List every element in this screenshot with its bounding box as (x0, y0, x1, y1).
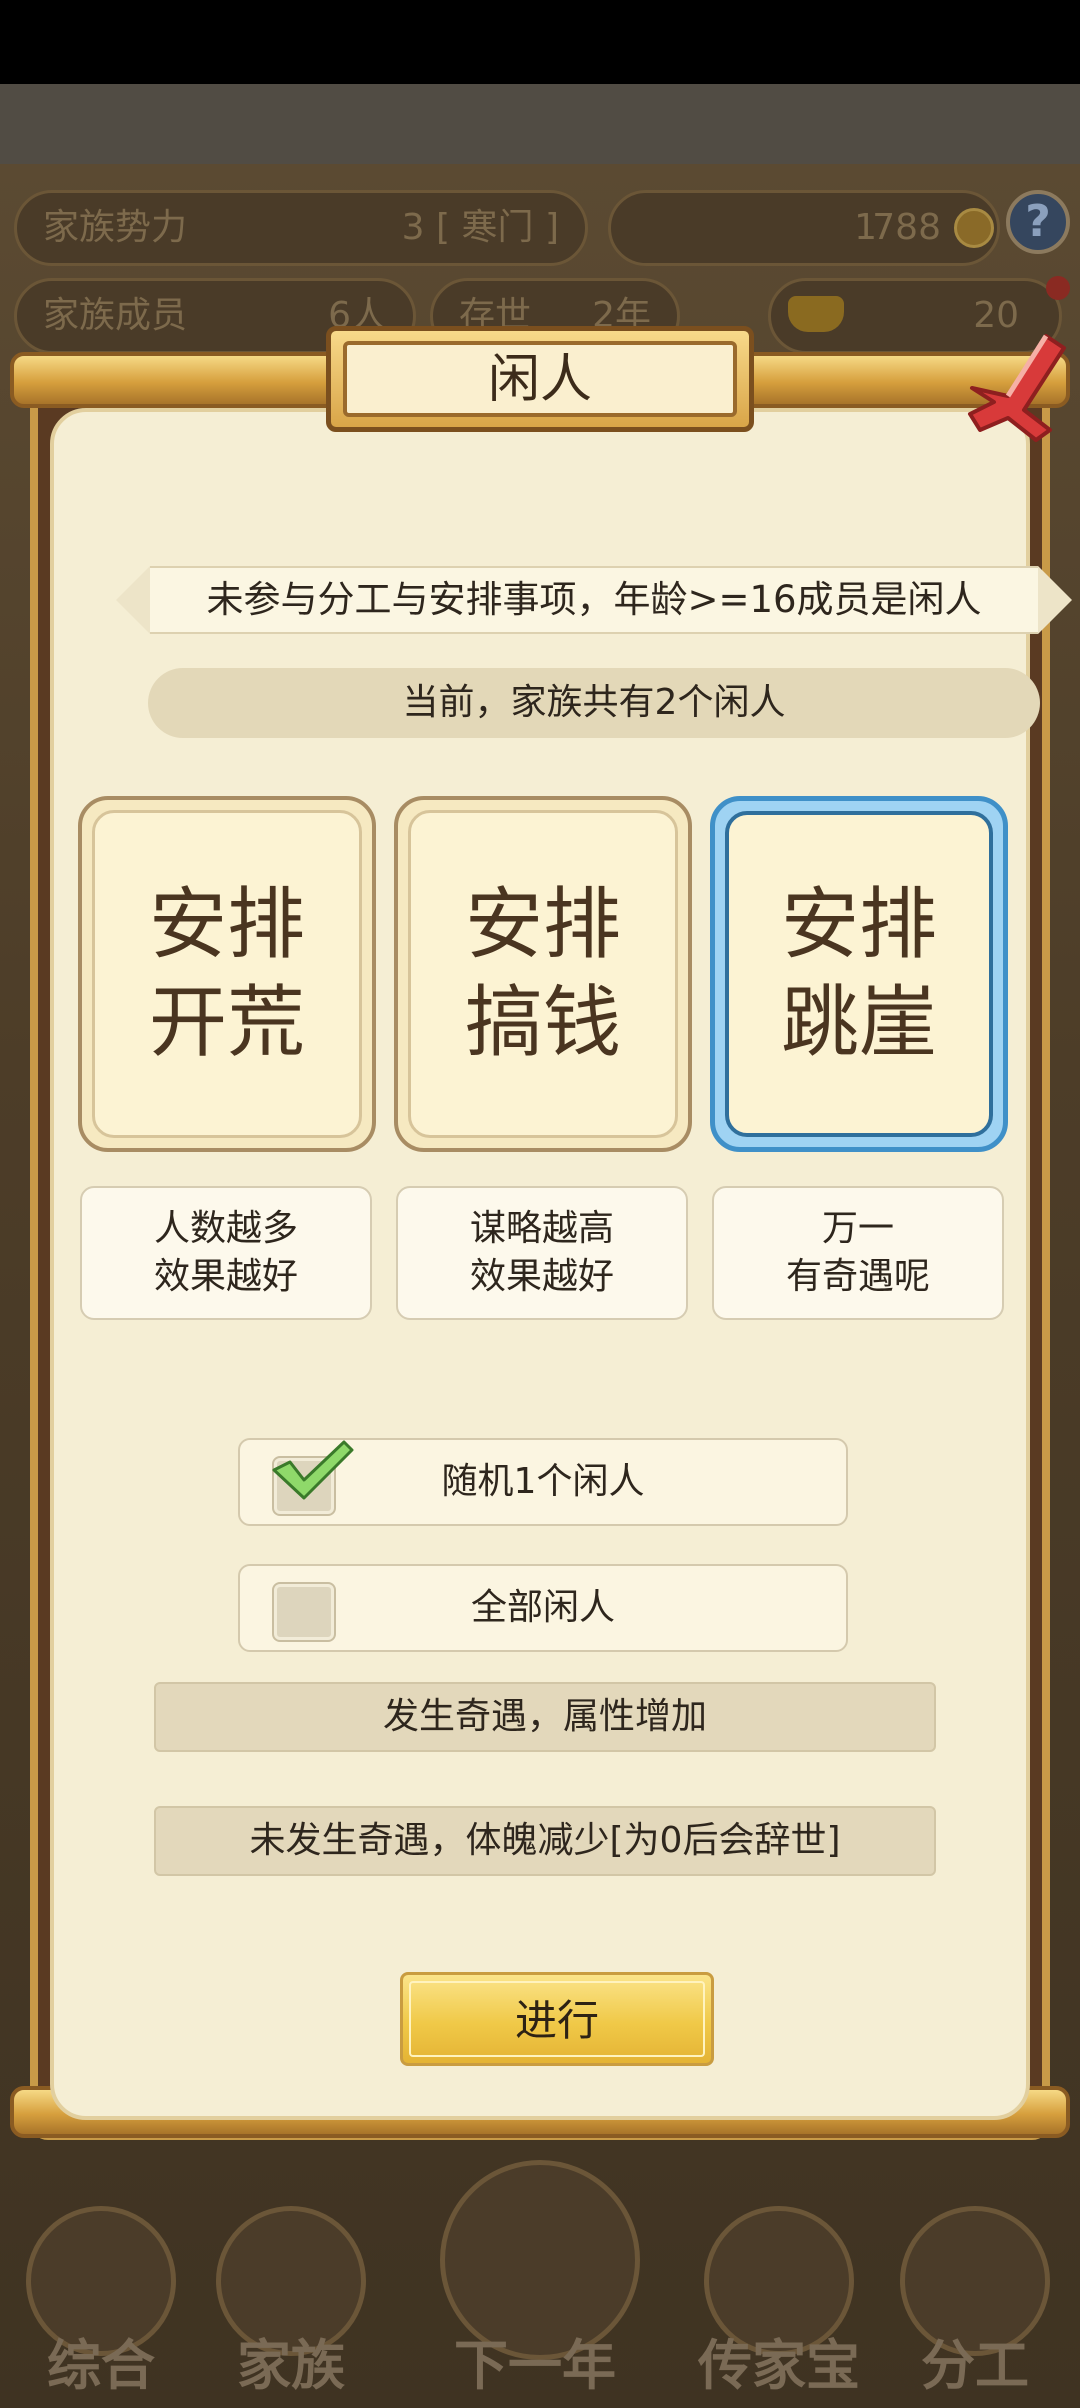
nav-heirloom-label: 传家宝 (698, 2334, 860, 2397)
nav-next-year[interactable]: 下一年 (440, 2150, 640, 2408)
nav-heirloom[interactable]: 传家宝 (684, 2150, 874, 2408)
option-cliff-line2: 跳崖 (780, 978, 937, 1068)
option-farm-line2: 开荒 (148, 978, 305, 1068)
option-farm-card[interactable]: 安排 开荒 (78, 796, 376, 1152)
idle-people-dialog: 未参与分工与安排事项，年龄>=16成员是闲人 当前，家族共有2个闲人 安排 开荒… (0, 318, 1080, 2158)
dialog-title: 闲人 (343, 341, 737, 417)
result-encounter: 发生奇遇，属性增加 (154, 1682, 936, 1752)
nav-overview-label: 综合 (47, 2334, 155, 2397)
proceed-button-label: 进行 (409, 1981, 705, 2057)
banner-right-ornament (1038, 566, 1072, 634)
option-money-card[interactable]: 安排 搞钱 (394, 796, 692, 1152)
option-money-desc: 谋略越高 效果越好 (396, 1186, 688, 1320)
banner-left-ornament (116, 566, 150, 634)
choice-all[interactable]: 全部闲人 (238, 1564, 848, 1652)
option-cliff-desc: 万一 有奇遇呢 (712, 1186, 1004, 1320)
nav-overview[interactable]: 综合 (6, 2150, 196, 2408)
nav-next-year-label: 下一年 (454, 2334, 616, 2397)
family-power-pill: 家族势力 3 [ 寒门 ] (14, 190, 588, 266)
option-cliff-card[interactable]: 安排 跳崖 (710, 796, 1008, 1152)
bottom-nav: 综合 家族 下一年 传家宝 分工 (0, 2150, 1080, 2408)
help-icon[interactable]: ? (1006, 190, 1070, 254)
option-money-line2: 搞钱 (464, 978, 621, 1068)
nav-division[interactable]: 分工 (880, 2150, 1070, 2408)
option-farm-line1: 安排 (148, 880, 305, 970)
proceed-button[interactable]: 进行 (400, 1972, 714, 2066)
option-farm-desc1: 人数越多 (153, 1208, 298, 1249)
option-cliff-desc1: 万一 (821, 1208, 894, 1249)
close-icon[interactable] (950, 318, 1074, 442)
dialog-title-plaque: 闲人 (326, 326, 754, 432)
choice-all-checkbox[interactable] (274, 1584, 334, 1640)
nav-family[interactable]: 家族 (196, 2150, 386, 2408)
option-money-desc1: 谋略越高 (469, 1208, 614, 1249)
nav-family-label: 家族 (237, 2334, 345, 2397)
option-cliff-line1: 安排 (780, 880, 937, 970)
currency-pill: 1 788 (608, 190, 1000, 266)
option-farm-desc: 人数越多 效果越好 (80, 1186, 372, 1320)
option-money-desc2: 效果越好 (469, 1256, 614, 1297)
status-bar (0, 0, 1080, 84)
dialog-panel: 未参与分工与安排事项，年龄>=16成员是闲人 当前，家族共有2个闲人 安排 开荒… (50, 408, 1072, 2120)
currency2-value: 788 (872, 207, 941, 248)
coin-icon (954, 208, 994, 248)
notification-dot (1046, 276, 1070, 300)
option-cliff-desc2: 有奇遇呢 (785, 1256, 930, 1297)
result-no-encounter: 未发生奇遇，体魄减少[为0后会辞世] (154, 1806, 936, 1876)
checkmark-icon (272, 1440, 354, 1500)
top-strip (0, 84, 1080, 164)
family-power-label: 家族势力 (43, 207, 188, 248)
info-banner: 未参与分工与安排事项，年龄>=16成员是闲人 (150, 566, 1038, 634)
option-money-line1: 安排 (464, 880, 621, 970)
choice-random-one[interactable]: 随机1个闲人 (238, 1438, 848, 1526)
option-farm-desc2: 效果越好 (153, 1256, 298, 1297)
nav-division-label: 分工 (921, 2334, 1029, 2397)
idle-count-bar: 当前，家族共有2个闲人 (148, 668, 1040, 738)
family-power-value: 3 [ 寒门 ] (401, 207, 559, 248)
